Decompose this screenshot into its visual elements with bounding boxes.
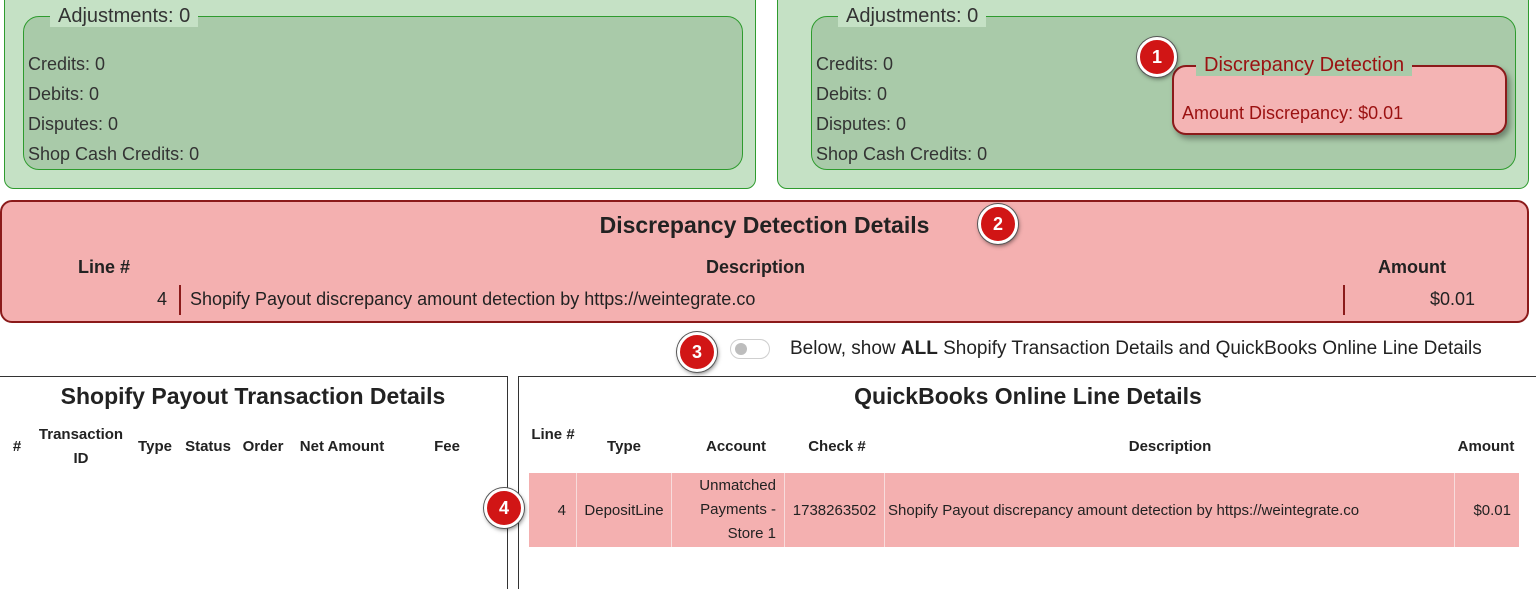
toggle-label-bold: ALL xyxy=(900,338,938,359)
cell-description: Shopify Payout discrepancy amount detect… xyxy=(884,473,1454,547)
column-header-description: Description xyxy=(1128,438,1212,455)
column-header-status: Status xyxy=(185,438,231,455)
callout-badge-2: 2 xyxy=(978,204,1018,244)
shopify-transaction-details-panel: Shopify Payout Transaction Details # Tra… xyxy=(0,376,508,589)
column-header-fee: Fee xyxy=(434,438,460,455)
discrepancy-detection-legend: Discrepancy Detection xyxy=(1196,54,1413,76)
column-header-amount: Amount xyxy=(1457,438,1515,455)
amount-discrepancy-value: Amount Discrepancy: $0.01 xyxy=(1182,103,1404,123)
shop-cash-credits-value: Shop Cash Credits: 0 xyxy=(28,144,200,164)
column-header-index: # xyxy=(12,438,22,455)
row-amount: $0.01 xyxy=(1430,289,1476,309)
cell-account: Unmatched Payments - Store 1 xyxy=(671,473,784,547)
callout-badge-1: 1 xyxy=(1137,37,1177,77)
disputes-value: Disputes: 0 xyxy=(816,114,907,134)
debits-value: Debits: 0 xyxy=(28,84,100,104)
toggle-label-prefix: Below, show xyxy=(790,338,901,359)
column-header-description: Description xyxy=(706,257,806,277)
credits-value: Credits: 0 xyxy=(28,54,106,74)
show-all-toggle-label: Below, show ALL Shopify Transaction Deta… xyxy=(790,338,1482,360)
debits-value: Debits: 0 xyxy=(816,84,888,104)
callout-badge-4: 4 xyxy=(484,488,524,528)
discrepancy-details-panel: Discrepancy Detection Details Line # Des… xyxy=(0,200,1529,323)
column-header-line: Line # xyxy=(531,426,575,443)
toggle-label-suffix: Shopify Transaction Details and QuickBoo… xyxy=(937,338,1482,359)
adjustments-list: Credits: 0 Debits: 0 Disputes: 0 Shop Ca… xyxy=(28,53,199,173)
discrepancy-detection-box: Discrepancy Detection Amount Discrepancy… xyxy=(1172,54,1507,135)
show-all-toggle[interactable] xyxy=(730,339,770,359)
callout-badge-3: 3 xyxy=(677,332,717,372)
table-row: 4 DepositLine Unmatched Payments - Store… xyxy=(529,473,1519,547)
qbo-panel-title: QuickBooks Online Line Details xyxy=(854,383,1202,409)
toggle-knob xyxy=(735,343,747,355)
adjustments-legend: Adjustments: 0 xyxy=(838,5,987,27)
credits-value: Credits: 0 xyxy=(816,54,894,74)
discrepancy-details-title: Discrepancy Detection Details xyxy=(599,212,930,238)
quickbooks-line-details-panel: QuickBooks Online Line Details Line # Ty… xyxy=(518,376,1536,589)
shopify-panel-title: Shopify Payout Transaction Details xyxy=(60,383,446,409)
column-header-check-number: Check # xyxy=(808,438,866,455)
column-header-amount: Amount xyxy=(1378,257,1446,277)
column-divider xyxy=(1343,285,1345,315)
shop-cash-credits-value: Shop Cash Credits: 0 xyxy=(816,144,988,164)
row-description: Shopify Payout discrepancy amount detect… xyxy=(190,289,756,309)
row-line-number: 4 xyxy=(157,289,168,309)
adjustments-fieldset: Adjustments: 0 Credits: 0 Debits: 0 Disp… xyxy=(23,5,743,173)
cell-type: DepositLine xyxy=(576,473,671,547)
adjustments-legend: Adjustments: 0 xyxy=(50,5,199,27)
adjustments-list: Credits: 0 Debits: 0 Disputes: 0 Shop Ca… xyxy=(816,53,987,173)
shopify-summary-panel: Adjustments: 0 Credits: 0 Debits: 0 Disp… xyxy=(4,0,756,189)
column-header-transaction-id: Transaction ID xyxy=(38,426,124,467)
column-header-net-amount: Net Amount xyxy=(299,438,385,455)
cell-check-number: 1738263502 xyxy=(784,473,884,547)
disputes-value: Disputes: 0 xyxy=(28,114,119,134)
column-header-type: Type xyxy=(607,438,641,455)
column-header-order: Order xyxy=(242,438,284,455)
column-header-type: Type xyxy=(138,438,172,455)
column-header-account: Account xyxy=(706,438,766,455)
cell-line: 4 xyxy=(557,501,566,519)
column-divider xyxy=(179,285,181,315)
column-header-line: Line # xyxy=(78,257,131,277)
cell-amount: $0.01 xyxy=(1454,473,1519,547)
